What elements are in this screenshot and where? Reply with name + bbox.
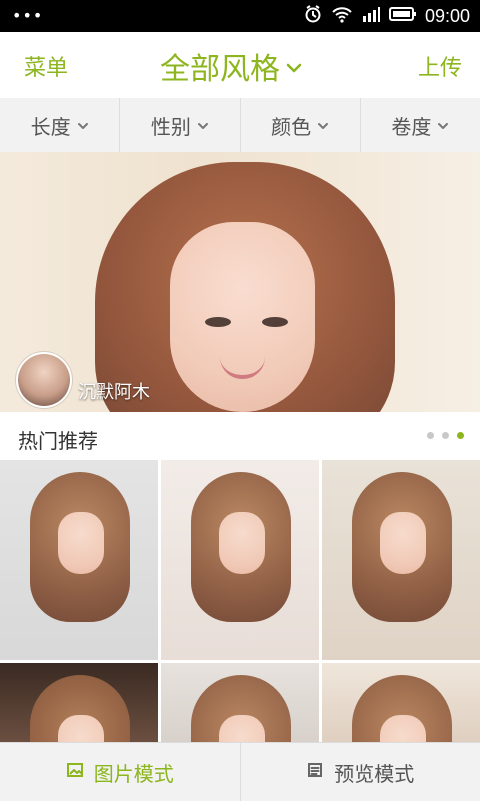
featured-banner[interactable]: 沉默阿木: [0, 152, 480, 412]
photo-tile[interactable]: [322, 460, 480, 660]
picture-mode-button[interactable]: 图片模式: [0, 743, 241, 801]
preview-mode-button[interactable]: 预览模式: [241, 743, 480, 801]
alarm-icon: [303, 4, 323, 28]
banner-eye: [205, 317, 231, 327]
more-icon: •••: [12, 6, 43, 25]
chevron-down-icon: [286, 49, 302, 84]
picture-mode-label: 图片模式: [94, 758, 174, 787]
tile-face: [219, 512, 265, 574]
top-bar: 菜单 全部风格 上传: [0, 32, 480, 99]
menu-button[interactable]: 菜单: [24, 50, 68, 82]
status-time: 09:00: [425, 6, 470, 27]
tile-face: [380, 715, 426, 742]
photo-grid: [0, 460, 480, 742]
filter-length[interactable]: 长度: [0, 98, 120, 152]
chevron-down-icon: [197, 113, 209, 137]
wifi-icon: [331, 4, 353, 28]
author-name[interactable]: 沉默阿木: [78, 378, 150, 404]
banner-face: [170, 222, 315, 412]
tile-face: [380, 512, 426, 574]
filter-bar: 长度 性别 颜色 卷度: [0, 98, 480, 153]
filter-label: 长度: [31, 111, 71, 140]
signal-icon: [361, 4, 381, 28]
upload-button[interactable]: 上传: [418, 50, 462, 82]
chevron-down-icon: [317, 113, 329, 137]
filter-label: 颜色: [271, 111, 311, 140]
chevron-down-icon: [437, 113, 449, 137]
photo-tile[interactable]: [161, 460, 319, 660]
chevron-down-icon: [77, 113, 89, 137]
carousel-dot: [442, 432, 449, 439]
preview-mode-label: 预览模式: [334, 758, 414, 787]
battery-icon: [389, 5, 417, 27]
avatar-image: [18, 354, 70, 406]
tile-face: [219, 715, 265, 742]
carousel-dot: [427, 432, 434, 439]
status-icons: 09:00: [303, 4, 470, 28]
list-icon: [306, 760, 324, 784]
hot-recommend-header: 热门推荐: [0, 412, 480, 460]
section-title: 热门推荐: [18, 425, 98, 454]
carousel-dot-active: [457, 432, 464, 439]
image-icon: [66, 760, 84, 784]
filter-curl[interactable]: 卷度: [361, 98, 480, 152]
style-selector[interactable]: 全部风格: [160, 44, 302, 88]
tile-face: [58, 715, 104, 742]
filter-gender[interactable]: 性别: [120, 98, 240, 152]
tile-face: [58, 512, 104, 574]
photo-tile[interactable]: [161, 663, 319, 742]
page-title: 全部风格: [160, 44, 280, 88]
photo-tile[interactable]: [0, 663, 158, 742]
photo-tile[interactable]: [0, 460, 158, 660]
banner-eye: [262, 317, 288, 327]
carousel-indicator: [427, 432, 464, 439]
photo-tile[interactable]: [322, 663, 480, 742]
filter-label: 卷度: [391, 111, 431, 140]
author-avatar[interactable]: [16, 352, 72, 408]
status-bar: ••• 09:00: [0, 0, 480, 32]
bottom-mode-bar: 图片模式 预览模式: [0, 742, 480, 801]
filter-color[interactable]: 颜色: [241, 98, 361, 152]
filter-label: 性别: [151, 111, 191, 140]
